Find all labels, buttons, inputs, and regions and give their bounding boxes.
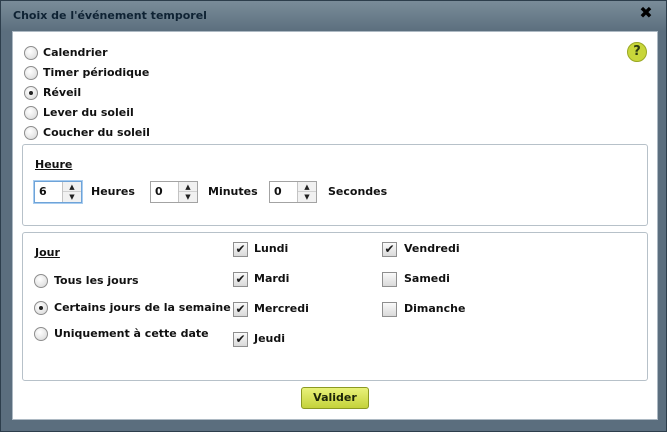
minutes-value: 0	[155, 185, 163, 198]
close-icon[interactable]: ✖	[638, 5, 654, 21]
radio-label-reveil: Réveil	[43, 86, 82, 99]
checkbox-jeudi[interactable]: ✔	[233, 332, 248, 347]
radio-label-coucher-du-soleil: Coucher du soleil	[43, 126, 150, 139]
dialog-title: Choix de l'événement temporel	[13, 9, 207, 22]
radio-label-calendrier: Calendrier	[43, 46, 108, 59]
hours-unit-label: Heures	[91, 185, 135, 198]
radio-label-timer-periodique: Timer périodique	[43, 66, 150, 79]
radio-uniquement-date[interactable]	[34, 327, 48, 341]
seconds-stepper[interactable]: 0 ▲ ▼	[269, 181, 317, 203]
help-icon[interactable]: ?	[627, 42, 647, 62]
radio-label-tous-les-jours: Tous les jours	[54, 274, 139, 287]
day-label-vendredi: Vendredi	[404, 242, 460, 255]
day-label-samedi: Samedi	[404, 272, 450, 285]
day-label-mardi: Mardi	[254, 272, 290, 285]
day-label-dimanche: Dimanche	[404, 302, 466, 315]
radio-lever-du-soleil[interactable]	[24, 106, 38, 120]
hours-down-arrow-icon[interactable]: ▼	[63, 192, 81, 202]
radio-tous-les-jours[interactable]	[34, 274, 48, 288]
minutes-up-arrow-icon[interactable]: ▲	[179, 182, 197, 192]
day-label-lundi: Lundi	[254, 242, 289, 255]
checkbox-lundi[interactable]: ✔	[233, 242, 248, 257]
radio-coucher-du-soleil[interactable]	[24, 126, 38, 140]
radio-calendrier[interactable]	[24, 46, 38, 60]
hours-value: 6	[39, 185, 47, 198]
minutes-down-arrow-icon[interactable]: ▼	[179, 192, 197, 202]
checkbox-samedi[interactable]	[382, 272, 397, 287]
checkbox-dimanche[interactable]	[382, 302, 397, 317]
hours-up-arrow-icon[interactable]: ▲	[63, 182, 81, 192]
checkbox-mardi[interactable]: ✔	[233, 272, 248, 287]
jour-group: Jour Tous les jours Certains jours de la…	[22, 232, 648, 381]
jour-label: Jour	[35, 246, 60, 259]
minutes-stepper[interactable]: 0 ▲ ▼	[150, 181, 198, 203]
checkbox-vendredi[interactable]: ✔	[382, 242, 397, 257]
radio-certains-jours[interactable]	[34, 301, 48, 315]
dialog-body: ? Calendrier Timer périodique Réveil Lev…	[12, 31, 658, 420]
heure-label: Heure	[35, 158, 73, 171]
seconds-down-arrow-icon[interactable]: ▼	[298, 192, 316, 202]
radio-label-certains-jours: Certains jours de la semaine	[54, 301, 231, 314]
radio-timer-periodique[interactable]	[24, 66, 38, 80]
minutes-unit-label: Minutes	[208, 185, 258, 198]
seconds-up-arrow-icon[interactable]: ▲	[298, 182, 316, 192]
day-label-jeudi: Jeudi	[254, 332, 286, 345]
radio-label-lever-du-soleil: Lever du soleil	[43, 106, 134, 119]
radio-label-uniquement-date: Uniquement à cette date	[54, 327, 209, 340]
checkbox-mercredi[interactable]: ✔	[233, 302, 248, 317]
heure-group: Heure 6 ▲ ▼ Heures 0 ▲ ▼ Minutes 0 ▲ ▼ S…	[22, 144, 648, 226]
dialog-titlebar: Choix de l'événement temporel ✖	[1, 1, 666, 31]
day-label-mercredi: Mercredi	[254, 302, 309, 315]
event-dialog: Choix de l'événement temporel ✖ ? Calend…	[0, 0, 667, 432]
seconds-value: 0	[274, 185, 282, 198]
hours-stepper[interactable]: 6 ▲ ▼	[34, 181, 82, 203]
radio-reveil[interactable]	[24, 86, 38, 100]
validate-button[interactable]: Valider	[301, 387, 369, 409]
seconds-unit-label: Secondes	[328, 185, 388, 198]
